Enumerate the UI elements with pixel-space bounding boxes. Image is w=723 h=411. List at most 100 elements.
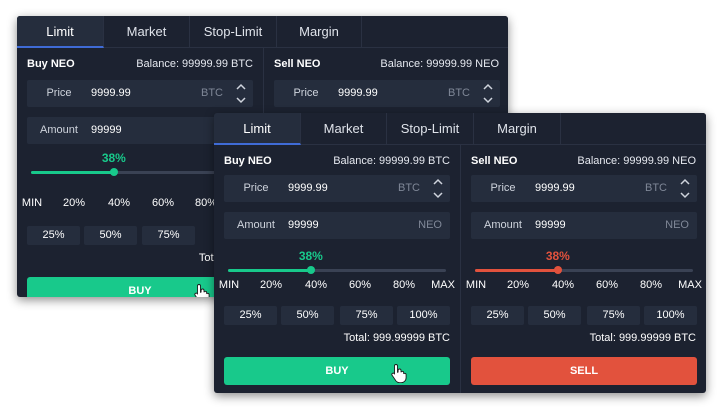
quick-25-button[interactable]: 25%	[471, 306, 524, 325]
quick-100-button[interactable]: 100%	[644, 306, 697, 325]
price-stepper[interactable]	[675, 175, 695, 202]
buy-balance: Balance: 99999.99 BTC	[333, 155, 450, 167]
price-value[interactable]: 9999.99	[338, 80, 378, 107]
quick-100-button[interactable]: 100%	[397, 306, 450, 325]
amount-value[interactable]: 99999	[91, 117, 122, 144]
buy-button-label: BUY	[325, 365, 349, 377]
tab-market[interactable]: Market	[104, 16, 190, 48]
tab-limit[interactable]: Limit	[214, 113, 301, 145]
price-stepper[interactable]	[428, 175, 448, 202]
chevron-down-icon[interactable]	[234, 94, 248, 107]
sell-total: Total: 999.99999 BTC	[589, 332, 696, 344]
quick-percent-buttons: 25% 50% 75% 100%	[224, 306, 450, 325]
tab-margin[interactable]: Margin	[474, 113, 561, 145]
buy-price-field[interactable]: Price 9999.99 BTC	[27, 80, 253, 107]
hand-pointer-icon	[194, 283, 210, 297]
chevron-up-icon[interactable]	[431, 175, 445, 188]
slider-handle[interactable]	[553, 266, 562, 274]
tick-80: 80%	[639, 279, 663, 291]
sell-amount-field[interactable]: Amount 99999 NEO	[471, 212, 697, 239]
sell-price-field[interactable]: Price 9999.99 BTC	[274, 80, 500, 107]
slider-fill	[31, 171, 114, 174]
tick-20: 20%	[259, 279, 283, 291]
percent-label: 38%	[298, 249, 323, 263]
order-type-tabs: Limit Market Stop-Limit Margin	[17, 16, 508, 48]
tick-80: 80%	[392, 279, 416, 291]
quick-50-button[interactable]: 50%	[528, 306, 581, 325]
buy-header: Buy NEO Balance: 99999.99 BTC	[224, 155, 450, 171]
buy-total: Total: 999.99999 BTC	[343, 332, 450, 344]
price-label: Price	[490, 182, 516, 194]
buy-button[interactable]: BUY	[224, 357, 450, 385]
buy-amount-field[interactable]: Amount 99999 NEO	[224, 212, 450, 239]
chevron-up-icon[interactable]	[234, 80, 248, 93]
quick-75-button[interactable]: 75%	[142, 226, 195, 245]
slider-fill	[228, 269, 311, 272]
chevron-down-icon[interactable]	[431, 189, 445, 202]
quick-75-button[interactable]: 75%	[340, 306, 393, 325]
sell-price-field[interactable]: Price 9999.99 BTC	[471, 175, 697, 202]
buy-price-field[interactable]: Price 9999.99 BTC	[224, 175, 450, 202]
price-value[interactable]: 9999.99	[535, 175, 575, 202]
price-stepper[interactable]	[231, 80, 251, 107]
sell-balance: Balance: 99999.99 NEO	[380, 58, 499, 70]
amount-label: Amount	[237, 219, 275, 231]
order-panel-front: Limit Market Stop-Limit Margin Buy NEO B…	[214, 113, 706, 393]
tab-stop-limit[interactable]: Stop-Limit	[387, 113, 474, 145]
quick-25-button[interactable]: 25%	[224, 306, 277, 325]
tick-60: 60%	[595, 279, 619, 291]
price-unit: BTC	[398, 182, 420, 194]
slider-ticks: MIN 20% 40% 60% 80% MAX	[466, 279, 703, 293]
sell-balance: Balance: 99999.99 NEO	[577, 155, 696, 167]
sell-header: Sell NEO Balance: 99999.99 NEO	[274, 58, 499, 74]
tick-40: 40%	[107, 197, 131, 209]
tick-20: 20%	[506, 279, 530, 291]
chevron-up-icon[interactable]	[481, 80, 495, 93]
tick-60: 60%	[151, 197, 175, 209]
amount-value[interactable]: 99999	[535, 212, 566, 239]
chevron-up-icon[interactable]	[678, 175, 692, 188]
sell-title: Sell NEO	[471, 155, 518, 167]
price-label: Price	[46, 87, 72, 99]
slider-handle[interactable]	[109, 168, 118, 176]
tab-stop-limit[interactable]: Stop-Limit	[190, 16, 277, 48]
quick-50-button[interactable]: 50%	[281, 306, 334, 325]
tab-market[interactable]: Market	[301, 113, 387, 145]
slider-ticks: MIN 20% 40% 60% 80% MAX	[218, 279, 456, 293]
tab-limit[interactable]: Limit	[17, 16, 104, 48]
tick-60: 60%	[348, 279, 372, 291]
sell-button[interactable]: SELL	[471, 357, 697, 385]
amount-unit: NEO	[665, 219, 689, 231]
tick-max: MAX	[431, 279, 455, 291]
buy-form: Buy NEO Balance: 99999.99 BTC Price 9999…	[214, 145, 460, 393]
tick-min: MIN	[218, 279, 240, 291]
amount-value[interactable]: 99999	[288, 212, 319, 239]
chevron-down-icon[interactable]	[481, 94, 495, 107]
tick-20: 20%	[62, 197, 86, 209]
quick-25-button[interactable]: 25%	[27, 226, 80, 245]
buy-button-label: BUY	[128, 285, 152, 297]
quick-50-button[interactable]: 50%	[84, 226, 137, 245]
price-unit: BTC	[645, 182, 667, 194]
tick-min: MIN	[21, 197, 43, 209]
buy-title: Buy NEO	[27, 58, 75, 70]
price-stepper[interactable]	[478, 80, 498, 107]
tab-margin[interactable]: Margin	[277, 16, 362, 48]
chevron-down-icon[interactable]	[678, 189, 692, 202]
price-value[interactable]: 9999.99	[288, 175, 328, 202]
price-value[interactable]: 9999.99	[91, 80, 131, 107]
price-label: Price	[293, 87, 319, 99]
sell-button-label: SELL	[569, 365, 599, 377]
price-unit: BTC	[448, 87, 470, 99]
slider-handle[interactable]	[306, 266, 315, 274]
sell-header: Sell NEO Balance: 99999.99 NEO	[471, 155, 696, 171]
tick-40: 40%	[551, 279, 575, 291]
percent-label: 38%	[101, 151, 126, 165]
slider-track[interactable]	[228, 266, 446, 274]
slider-track[interactable]	[475, 266, 693, 274]
quick-75-button[interactable]: 75%	[587, 306, 640, 325]
buy-balance: Balance: 99999.99 BTC	[136, 58, 253, 70]
buy-header: Buy NEO Balance: 99999.99 BTC	[27, 58, 253, 74]
order-type-tabs: Limit Market Stop-Limit Margin	[214, 113, 706, 145]
sell-form: Sell NEO Balance: 99999.99 NEO Price 999…	[460, 145, 706, 393]
